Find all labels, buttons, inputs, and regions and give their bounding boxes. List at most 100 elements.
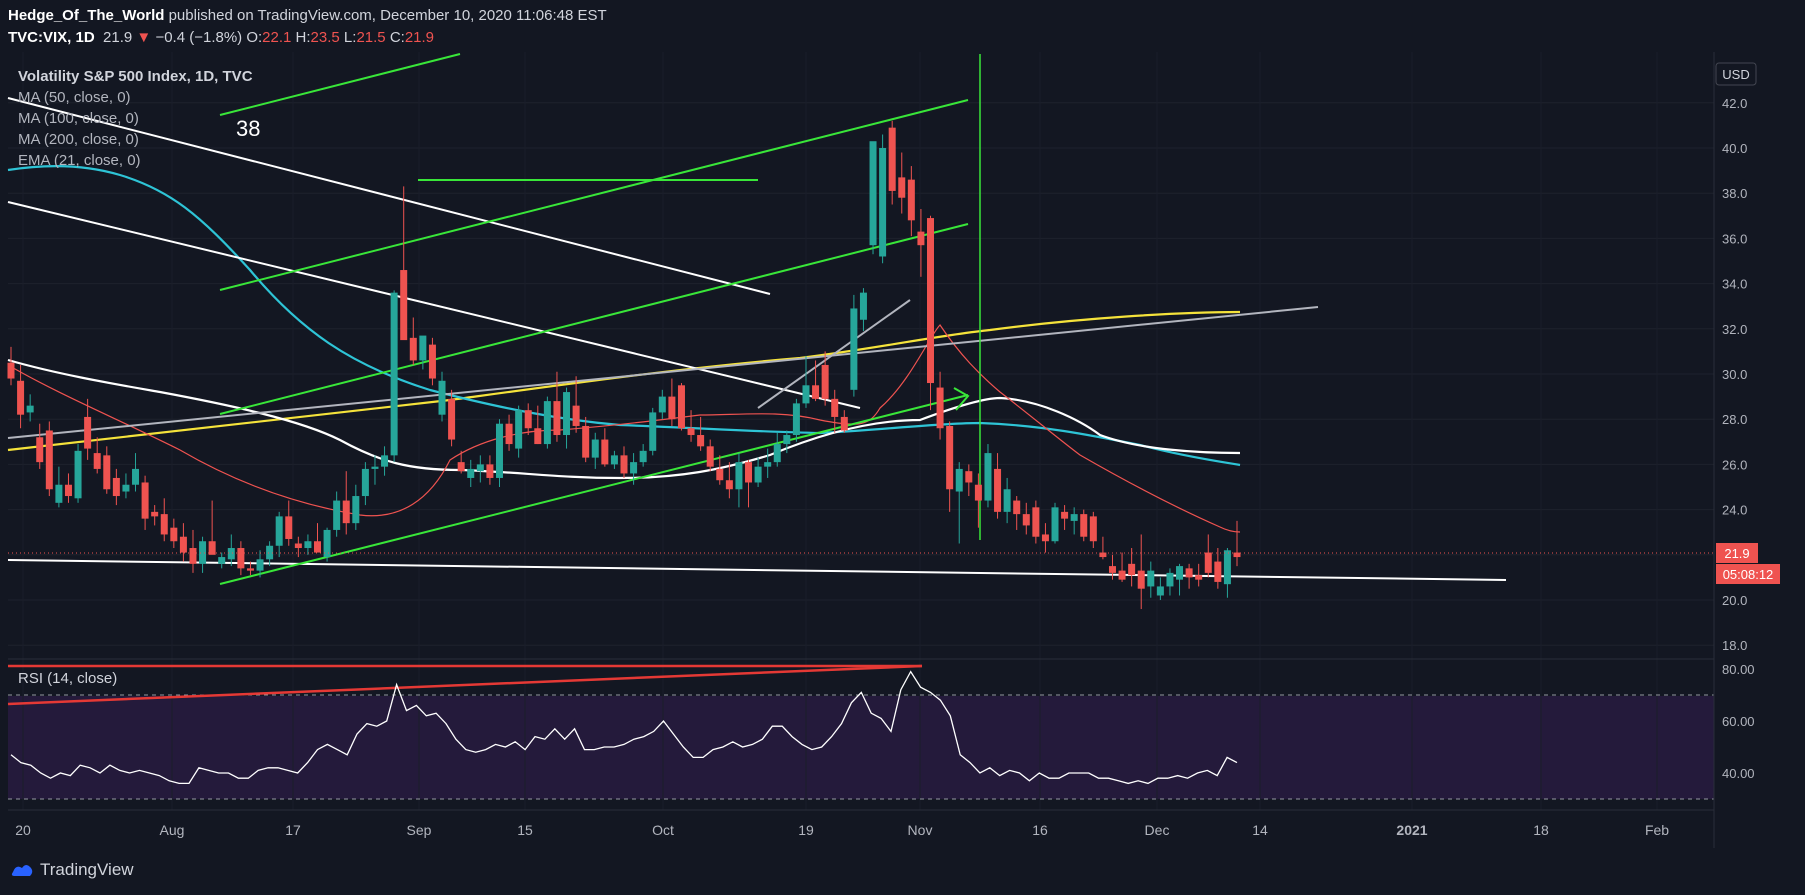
candle-body [630, 462, 638, 474]
candle-body [227, 548, 235, 560]
candle-body [122, 484, 130, 492]
candle-body [1051, 507, 1059, 542]
time-tick: 2021 [1396, 822, 1427, 838]
candle-body [371, 466, 379, 469]
candle-body [333, 500, 341, 530]
candle-body [840, 416, 848, 431]
candle-body [1003, 489, 1011, 512]
candle-body [917, 231, 925, 246]
candle-body [1041, 534, 1049, 542]
time-tick: 18 [1533, 822, 1549, 838]
candle-body [515, 410, 523, 449]
candle-body [1080, 514, 1088, 537]
open-label: O: [246, 29, 263, 46]
currency-label: USD [1722, 67, 1749, 82]
candle-body [898, 177, 906, 198]
candle-body [1108, 566, 1116, 573]
candle-body [754, 466, 762, 483]
symbol-name[interactable]: TVC:VIX, 1D [8, 29, 95, 46]
candle-body [55, 484, 63, 503]
candle-body [314, 541, 321, 553]
candle-body [553, 401, 561, 436]
candle-body [294, 543, 302, 549]
candle-body [859, 292, 867, 320]
candle-body [1089, 516, 1097, 542]
legend-ma100[interactable]: MA (100, close, 0) [18, 110, 139, 127]
price-tick: 20.0 [1722, 593, 1747, 608]
candle-body [1118, 570, 1126, 580]
time-tick: Feb [1645, 822, 1669, 838]
candle-body [572, 405, 580, 426]
candle-body [984, 453, 992, 501]
candle-body [84, 416, 92, 449]
candle-body [812, 385, 820, 399]
candle-body [927, 218, 934, 384]
candle-body [534, 428, 542, 445]
candle-body [7, 362, 15, 379]
candle-body [649, 412, 657, 451]
time-tick: 19 [798, 822, 814, 838]
candle-body [1137, 570, 1145, 589]
candle-body [189, 548, 197, 564]
time-tick: 20 [15, 822, 31, 838]
candle-body [716, 468, 724, 481]
candle-body [936, 387, 944, 429]
rsi-band-fill [8, 696, 1714, 799]
candle [927, 215, 934, 411]
legend-ma200[interactable]: MA (200, close, 0) [18, 131, 139, 148]
candle-body [246, 568, 254, 571]
symbol-line: TVC:VIX, 1D 21.9 ▼ −0.4 (−1.8%) O:22.1 H… [8, 29, 434, 46]
rsi-tick: 40.00 [1722, 766, 1755, 781]
author-name[interactable]: Hedge_Of_The_World [8, 7, 164, 24]
candle [879, 134, 887, 264]
candle-body [591, 439, 599, 458]
candle-body [151, 511, 159, 517]
candle-body [112, 477, 120, 497]
price-tick: 32.0 [1722, 322, 1747, 337]
candle-body [601, 439, 609, 465]
candle-body [850, 308, 858, 390]
chart-canvas[interactable]: 42.0 40.0 38.0 36.0 34.0 32.0 30.0 28.0 26.0 24.0… [0, 52, 1805, 848]
candle-body [256, 559, 264, 571]
price-tag-text: 21.9 [1724, 546, 1749, 561]
candle-body [907, 179, 915, 221]
candle [984, 444, 992, 508]
candle-body [476, 464, 484, 472]
price-tick: 36.0 [1722, 231, 1747, 246]
candle-body [179, 536, 187, 553]
candle-body [381, 455, 389, 467]
candle-body [505, 423, 513, 445]
candle-body [888, 127, 896, 191]
candle-body [1176, 566, 1184, 580]
candle-body [495, 423, 503, 478]
candle-body [745, 462, 753, 483]
candle-body [1223, 550, 1231, 585]
candle-body [304, 541, 312, 549]
candle-body [275, 516, 283, 546]
price-tick: 42.0 [1722, 96, 1747, 111]
candle-body [668, 396, 676, 420]
rsi-tick: 60.00 [1722, 714, 1755, 729]
legend-ema21[interactable]: EMA (21, close, 0) [18, 152, 141, 169]
candle-body [773, 444, 781, 463]
candle-body [955, 468, 963, 492]
annotation-38: 38 [236, 116, 260, 141]
legend-rsi[interactable]: RSI (14, close) [18, 670, 117, 687]
candle [677, 383, 685, 431]
candle [850, 294, 858, 397]
legend-ma50[interactable]: MA (50, close, 0) [18, 89, 131, 106]
candle [869, 141, 877, 255]
candle-body [1061, 511, 1069, 519]
countdown-text: 05:08:12 [1723, 567, 1774, 582]
tradingview-logo[interactable]: TradingView [10, 860, 134, 880]
candle-body [419, 335, 427, 361]
open-value: 22.1 [262, 29, 292, 46]
candle-body [361, 468, 369, 497]
candle-body [141, 482, 149, 519]
legend-title[interactable]: Volatility S&P 500 Index, 1D, TVC [18, 68, 253, 85]
candle [649, 407, 657, 456]
candle-body [438, 380, 446, 415]
candle-body [486, 464, 494, 478]
tradingview-brand: TradingView [40, 860, 134, 879]
candle-body [390, 292, 398, 456]
